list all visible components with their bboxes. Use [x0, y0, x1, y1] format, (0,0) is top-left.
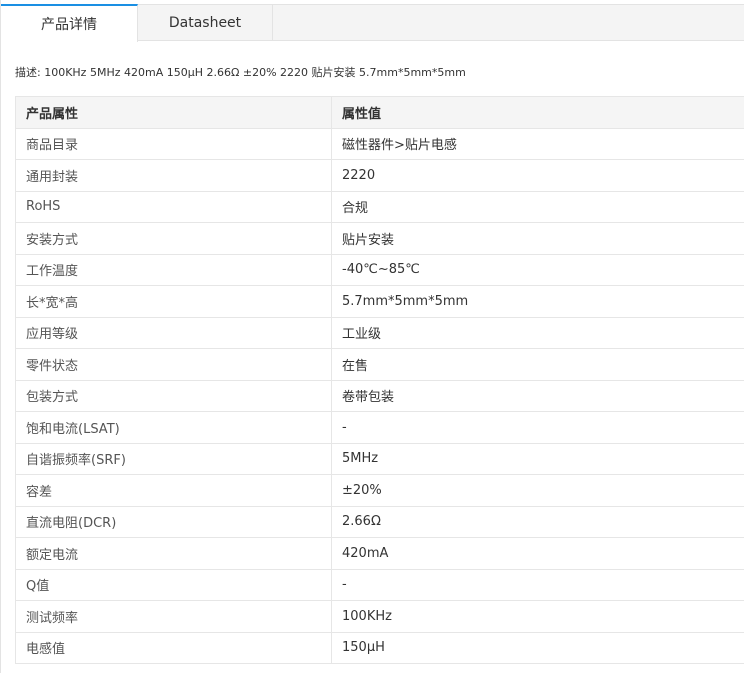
- table-row: 通用封装 2220: [15, 159, 744, 192]
- attribute-name: 工作温度: [15, 253, 332, 286]
- attribute-value: 100KHz: [331, 600, 744, 633]
- attribute-name: 零件状态: [15, 348, 332, 381]
- table-row: 直流电阻(DCR) 2.66Ω: [15, 505, 744, 538]
- attribute-name: 自谐振频率(SRF): [15, 442, 332, 475]
- attribute-value: 5MHz: [331, 442, 744, 475]
- table-row: 安装方式 贴片安装: [15, 222, 744, 255]
- attribute-name: 饱和电流(LSAT): [15, 411, 332, 444]
- column-header-attribute: 产品属性: [15, 96, 332, 129]
- table-row: 额定电流 420mA: [15, 537, 744, 570]
- attribute-value: 5.7mm*5mm*5mm: [331, 285, 744, 318]
- attribute-value: 150μH: [331, 631, 744, 664]
- attribute-name: Q值: [15, 568, 332, 601]
- attribute-value: 2.66Ω: [331, 505, 744, 538]
- table-row: 饱和电流(LSAT) -: [15, 411, 744, 444]
- table-row: Q值 -: [15, 568, 744, 601]
- attribute-table: 产品属性 属性值 商品目录 磁性器件>贴片电感 通用封装 2220 RoHS 合规 安装方式…: [15, 96, 744, 664]
- attribute-value: 工业级: [331, 316, 744, 349]
- attribute-value: 合规: [331, 190, 744, 223]
- attribute-value: -: [331, 411, 744, 444]
- attribute-name: 包装方式: [15, 379, 332, 412]
- column-header-value: 属性值: [331, 96, 744, 129]
- table-row: 电感值 150μH: [15, 631, 744, 664]
- product-description: 描述: 100KHz 5MHz 420mA 150μH 2.66Ω ±20% 2…: [15, 66, 466, 79]
- tab-product-details-label: 产品详情: [41, 17, 97, 33]
- attribute-value: 420mA: [331, 537, 744, 570]
- table-row: 测试频率 100KHz: [15, 600, 744, 633]
- table-row: 自谐振频率(SRF) 5MHz: [15, 442, 744, 475]
- attribute-name: 应用等级: [15, 316, 332, 349]
- table-header-row: 产品属性 属性值: [15, 96, 744, 129]
- attribute-name: 电感值: [15, 631, 332, 664]
- attribute-name: 容差: [15, 474, 332, 507]
- attribute-name: 安装方式: [15, 222, 332, 255]
- attribute-name: 通用封装: [15, 159, 332, 192]
- attribute-name: 长*宽*高: [15, 285, 332, 318]
- attribute-name: 商品目录: [15, 127, 332, 160]
- product-detail-panel: 产品详情 Datasheet 描述: 100KHz 5MHz 420mA 150…: [0, 0, 744, 673]
- attribute-value: 贴片安装: [331, 222, 744, 255]
- attribute-value: 2220: [331, 159, 744, 192]
- tab-datasheet[interactable]: Datasheet: [138, 4, 273, 41]
- tab-datasheet-label: Datasheet: [168, 14, 242, 31]
- attribute-value: 卷带包装: [331, 379, 744, 412]
- attribute-value: 在售: [331, 348, 744, 381]
- table-row: 工作温度 -40℃~85℃: [15, 253, 744, 286]
- attribute-name: 额定电流: [15, 537, 332, 570]
- attribute-value: 磁性器件>贴片电感: [331, 127, 744, 160]
- attribute-name: RoHS: [15, 190, 332, 223]
- table-row: 容差 ±20%: [15, 474, 744, 507]
- table-row: 包装方式 卷带包装: [15, 379, 744, 412]
- attribute-name: 直流电阻(DCR): [15, 505, 332, 538]
- table-row: RoHS 合规: [15, 190, 744, 223]
- attribute-name: 测试频率: [15, 600, 332, 633]
- table-row: 商品目录 磁性器件>贴片电感: [15, 127, 744, 160]
- table-row: 应用等级 工业级: [15, 316, 744, 349]
- attribute-value: -40℃~85℃: [331, 253, 744, 286]
- attribute-value: ±20%: [331, 474, 744, 507]
- table-row: 长*宽*高 5.7mm*5mm*5mm: [15, 285, 744, 318]
- attribute-value: -: [331, 568, 744, 601]
- tab-product-details[interactable]: 产品详情: [1, 4, 138, 42]
- table-row: 零件状态 在售: [15, 348, 744, 381]
- tab-bar: 产品详情 Datasheet: [1, 4, 744, 42]
